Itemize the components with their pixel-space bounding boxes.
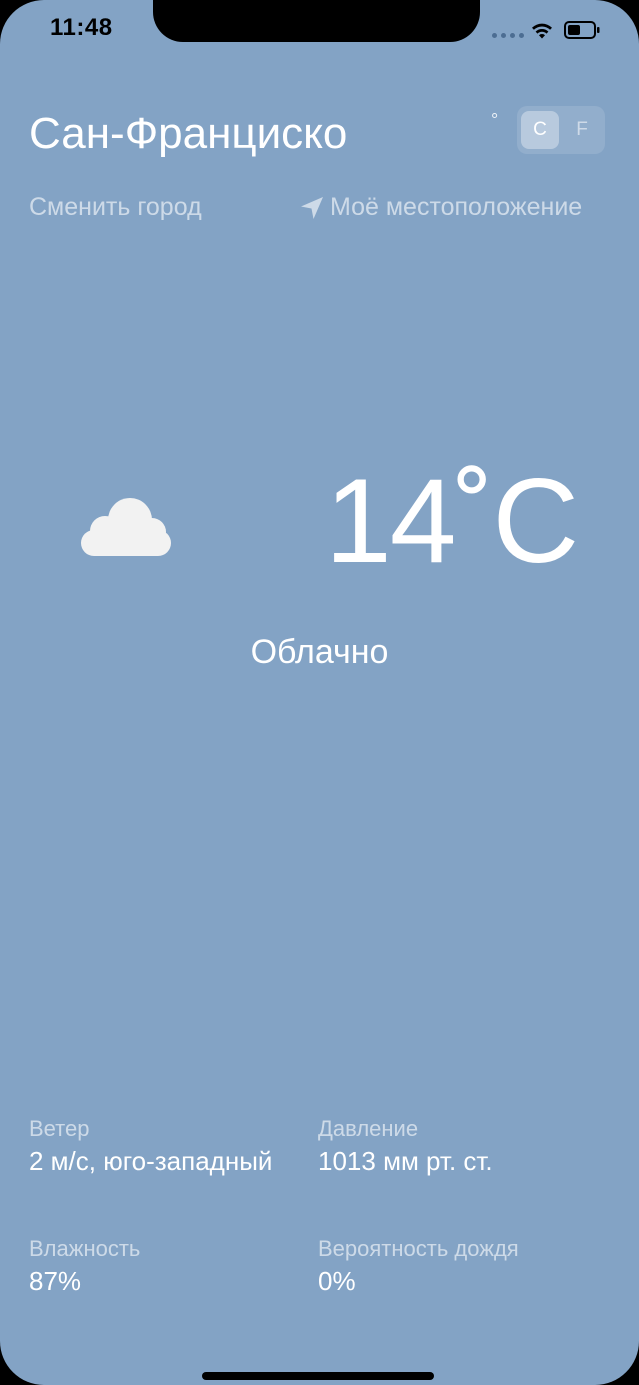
degree-mark: ° bbox=[491, 110, 499, 130]
my-location-label: Моё местоположение bbox=[330, 193, 583, 221]
signal-dots-icon bbox=[492, 33, 524, 38]
wind-label: Ветер bbox=[29, 1116, 90, 1141]
app-screen: 11:48 Сан-Франциско ° C F Сменить город … bbox=[0, 0, 639, 1385]
home-indicator[interactable] bbox=[202, 1372, 434, 1380]
weather-condition: Облачно bbox=[250, 633, 389, 671]
humidity-label: Влажность bbox=[29, 1236, 141, 1261]
unit-fahrenheit-button[interactable]: F bbox=[563, 111, 601, 149]
wind-value: 2 м/с, юго-западный bbox=[29, 1146, 273, 1176]
device-notch bbox=[153, 0, 480, 42]
city-name: Сан-Франциско bbox=[29, 109, 348, 158]
change-city-link[interactable]: Сменить город bbox=[29, 193, 202, 222]
my-location-link[interactable]: Моё местоположение bbox=[298, 193, 582, 222]
pressure-value: 1013 мм рт. ст. bbox=[318, 1146, 493, 1176]
unit-toggle[interactable]: C F bbox=[517, 106, 605, 154]
status-time: 11:48 bbox=[50, 14, 113, 41]
rain-chance-value: 0% bbox=[318, 1266, 356, 1296]
pressure-label: Давление bbox=[318, 1116, 419, 1141]
wifi-icon bbox=[532, 23, 552, 39]
rain-chance-label: Вероятность дождя bbox=[318, 1236, 519, 1261]
current-temperature: 14˚C bbox=[325, 454, 579, 588]
battery-icon bbox=[564, 21, 600, 39]
location-arrow-icon bbox=[301, 196, 323, 219]
unit-celsius-button[interactable]: C bbox=[521, 111, 559, 149]
humidity-value: 87% bbox=[29, 1266, 82, 1296]
cloud-icon bbox=[81, 498, 171, 556]
